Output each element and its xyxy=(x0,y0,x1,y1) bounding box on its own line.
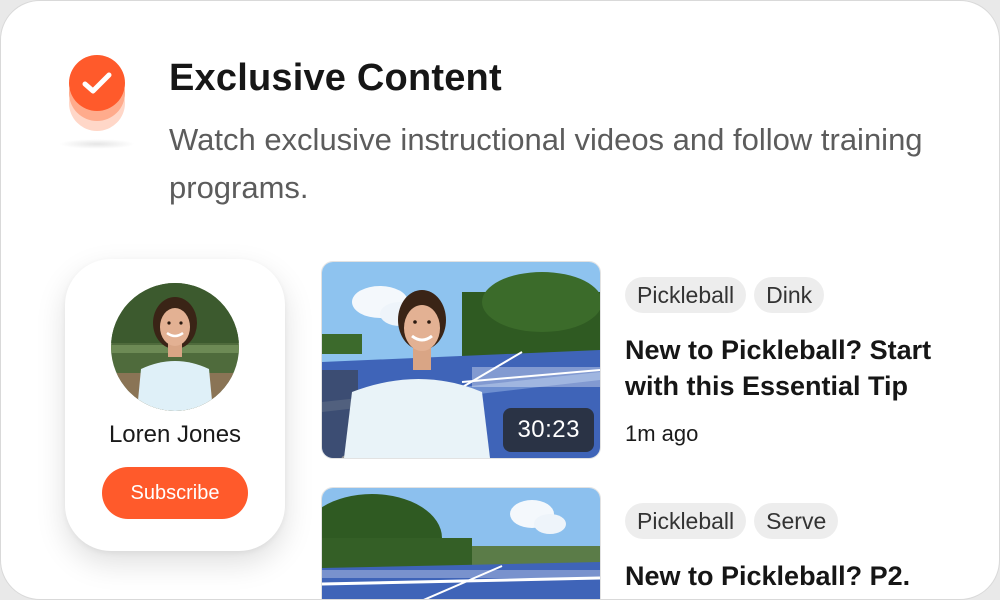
tag-chip[interactable]: Pickleball xyxy=(625,277,747,313)
tag-chip[interactable]: Pickleball xyxy=(625,503,747,539)
check-badge-icon xyxy=(57,53,137,153)
section-title: Exclusive Content xyxy=(169,57,502,99)
avatar[interactable] xyxy=(111,283,239,411)
tag-chip[interactable]: Dink xyxy=(754,277,825,313)
creator-card: Loren Jones Subscribe xyxy=(65,259,285,551)
exclusive-content-card: Exclusive Content Watch exclusive instru… xyxy=(0,0,1000,600)
video-posted-time: 1m ago xyxy=(625,421,699,446)
tag-chip[interactable]: Serve xyxy=(754,503,839,539)
video-thumbnail[interactable] xyxy=(321,487,601,599)
creator-name: Loren Jones xyxy=(108,421,242,448)
video-tags: Pickleball Serve xyxy=(625,503,839,539)
video-duration: 30:23 xyxy=(503,408,594,452)
video-title[interactable]: New to Pickleball? Start with this Essen… xyxy=(625,332,965,404)
video-tags: Pickleball Dink xyxy=(625,277,825,313)
check-icon xyxy=(82,72,112,94)
video-title[interactable]: New to Pickleball? P2. xyxy=(625,558,965,594)
video-thumbnail[interactable]: 30:23 xyxy=(321,261,601,459)
section-subtitle: Watch exclusive instructional videos and… xyxy=(169,122,923,205)
subscribe-button[interactable]: Subscribe xyxy=(102,467,248,519)
